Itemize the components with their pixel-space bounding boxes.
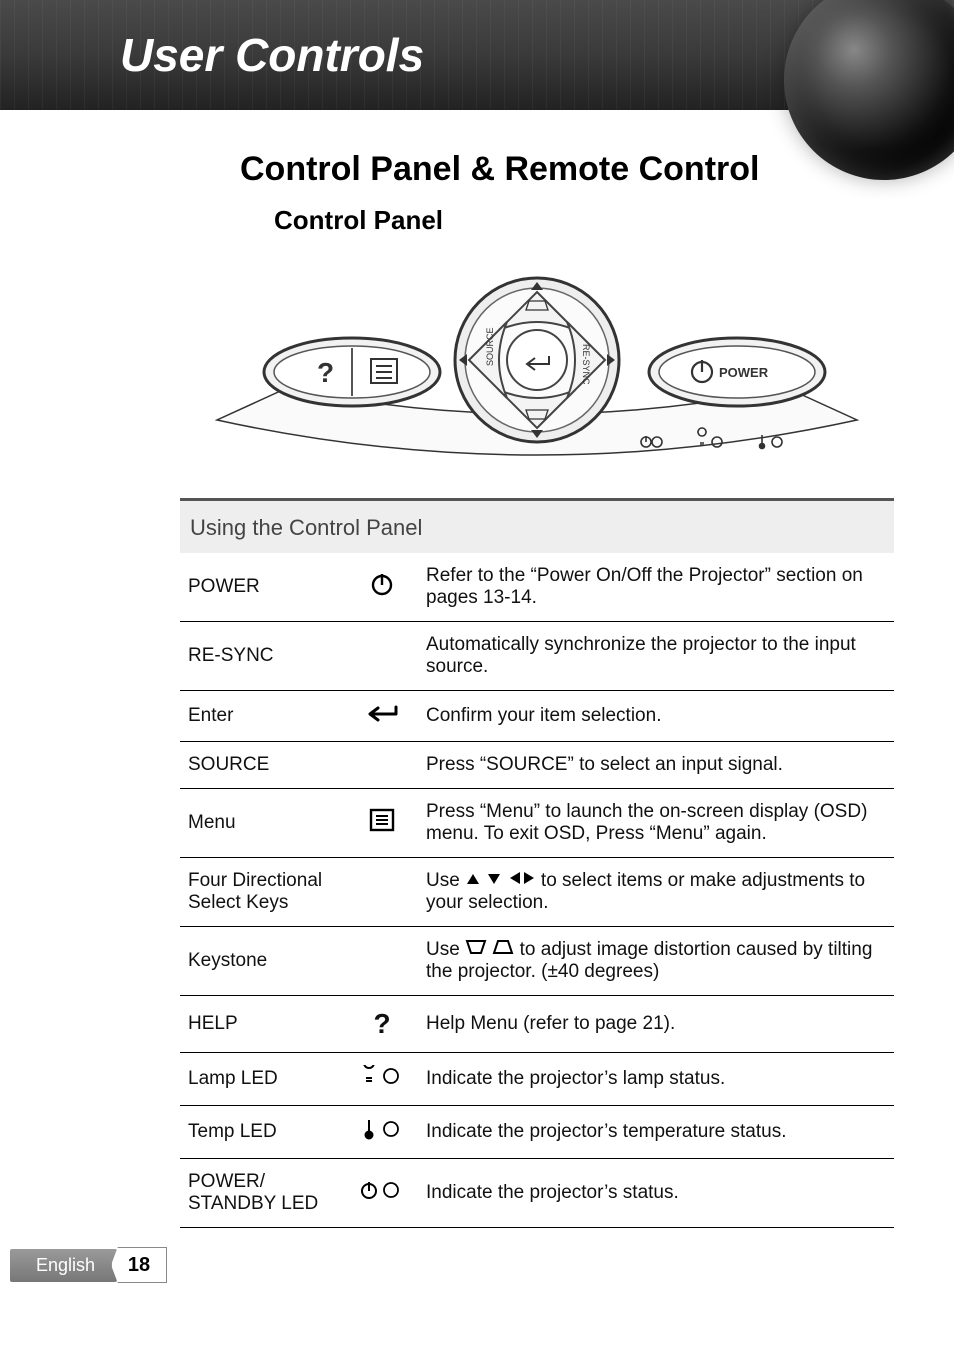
row-label: SOURCE bbox=[180, 742, 346, 789]
row-desc: Refer to the “Power On/Off the Projector… bbox=[418, 553, 894, 622]
row-label: Enter bbox=[180, 691, 346, 742]
arrow-down-icon bbox=[486, 870, 502, 892]
diagram-left-pod: ? bbox=[264, 338, 440, 406]
table-row: HELP ? Help Menu (refer to page 21). bbox=[180, 996, 894, 1053]
row-label: POWER/ STANDBY LED bbox=[180, 1159, 346, 1228]
table-row: Lamp LED Indicate the projector’s lamp s… bbox=[180, 1053, 894, 1106]
row-label: Keystone bbox=[180, 927, 346, 996]
row-desc: Press “SOURCE” to select an input signal… bbox=[418, 742, 894, 789]
row-label: RE-SYNC bbox=[180, 622, 346, 691]
table-row: Temp LED Indicate the projector’s temper… bbox=[180, 1106, 894, 1159]
row-desc: Press “Menu” to launch the on-screen dis… bbox=[418, 789, 894, 858]
row-label: HELP bbox=[180, 996, 346, 1053]
diagram-power-pod: POWER bbox=[649, 338, 825, 406]
diagram-dpad: SOURCE RE-SYNC bbox=[455, 278, 619, 442]
row-desc: Indicate the projector’s temperature sta… bbox=[418, 1106, 894, 1159]
row-desc: Help Menu (refer to page 21). bbox=[418, 996, 894, 1053]
help-icon: ? bbox=[317, 357, 334, 388]
table-row: POWER Refer to the “Power On/Off the Pro… bbox=[180, 553, 894, 622]
menu-icon bbox=[346, 789, 418, 858]
content-area: Control Panel & Remote Control Control P… bbox=[0, 110, 954, 1228]
table-row: POWER/ STANDBY LED Indicate the projecto… bbox=[180, 1159, 894, 1228]
svg-text:POWER: POWER bbox=[719, 365, 769, 380]
arrow-right-icon bbox=[522, 870, 536, 892]
svg-text:SOURCE: SOURCE bbox=[485, 327, 495, 366]
row-label: Lamp LED bbox=[180, 1053, 346, 1106]
table-row: RE-SYNC Automatically synchronize the pr… bbox=[180, 622, 894, 691]
table-row: Four Directional Select Keys Use to sele… bbox=[180, 858, 894, 927]
row-desc: Use to adjust image distortion caused by… bbox=[418, 927, 894, 996]
section-title: User Controls bbox=[120, 28, 424, 82]
temp-led-icon bbox=[346, 1106, 418, 1159]
power-icon bbox=[346, 553, 418, 622]
svg-text:RE-SYNC: RE-SYNC bbox=[581, 344, 591, 385]
row-desc: Confirm your item selection. bbox=[418, 691, 894, 742]
table-row: Menu Press “Menu” to launch the on-scree… bbox=[180, 789, 894, 858]
heading-1: Control Panel & Remote Control bbox=[240, 150, 894, 189]
row-label: Temp LED bbox=[180, 1106, 346, 1159]
page-footer: English 18 bbox=[10, 1246, 167, 1284]
table-title: Using the Control Panel bbox=[180, 500, 894, 554]
row-label: Four Directional Select Keys bbox=[180, 858, 346, 927]
table-row: SOURCE Press “SOURCE” to select an input… bbox=[180, 742, 894, 789]
keystone-up-icon bbox=[492, 939, 514, 961]
controls-table: Using the Control Panel POWER Refer to t… bbox=[180, 498, 894, 1228]
row-label: POWER bbox=[180, 553, 346, 622]
row-desc: Indicate the projector’s status. bbox=[418, 1159, 894, 1228]
table-row: Keystone Use to adjust image distortion … bbox=[180, 927, 894, 996]
arrow-left-icon bbox=[508, 870, 522, 892]
keystone-down-icon bbox=[465, 939, 487, 961]
power-led-icon bbox=[346, 1159, 418, 1228]
enter-icon bbox=[346, 691, 418, 742]
row-label: Menu bbox=[180, 789, 346, 858]
lamp-led-icon bbox=[346, 1053, 418, 1106]
control-panel-diagram: ? bbox=[180, 260, 894, 480]
page-header: User Controls bbox=[0, 0, 954, 110]
row-desc: Use to select items or make adjustments … bbox=[418, 858, 894, 927]
row-desc: Automatically synchronize the projector … bbox=[418, 622, 894, 691]
heading-2: Control Panel bbox=[274, 205, 894, 236]
table-row: Enter Confirm your item selection. bbox=[180, 691, 894, 742]
row-desc: Indicate the projector’s lamp status. bbox=[418, 1053, 894, 1106]
help-icon: ? bbox=[346, 996, 418, 1053]
arrow-up-icon bbox=[465, 870, 481, 892]
footer-page-number: 18 bbox=[111, 1247, 167, 1283]
footer-language: English bbox=[10, 1249, 117, 1282]
